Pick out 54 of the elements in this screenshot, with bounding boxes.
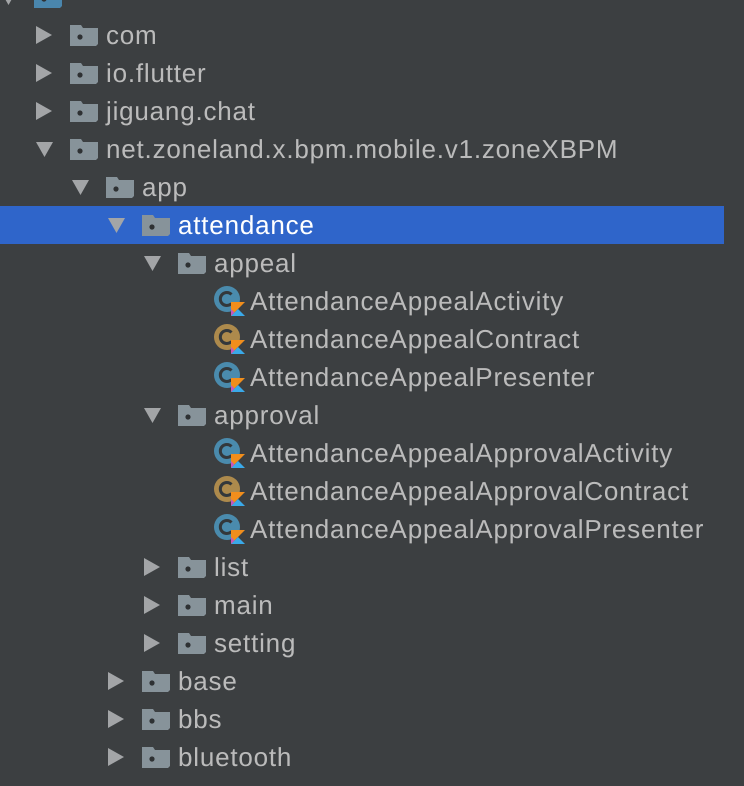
tree-item-label[interactable]: io.flutter xyxy=(106,58,206,88)
tree-item-label[interactable]: attendance xyxy=(178,210,315,240)
caret-right-icon[interactable] xyxy=(108,710,124,728)
tree-item-label[interactable]: app xyxy=(142,172,188,202)
tree-item-label[interactable]: bluetooth xyxy=(178,742,292,772)
folder-icon xyxy=(70,101,98,122)
tree-item-label[interactable]: setting xyxy=(214,628,296,658)
caret-down-icon[interactable] xyxy=(36,142,53,157)
caret-down-icon[interactable] xyxy=(72,180,89,195)
folder-icon xyxy=(106,177,134,198)
caret-right-icon[interactable] xyxy=(108,672,124,690)
folder-icon xyxy=(178,557,206,578)
tree-item-label[interactable]: jiguang.chat xyxy=(106,96,256,126)
tree-item-label[interactable]: list xyxy=(214,552,249,582)
caret-down-icon[interactable] xyxy=(144,408,161,423)
caret-right-icon[interactable] xyxy=(108,748,124,766)
kotlin-class-icon xyxy=(214,438,245,468)
caret-right-icon[interactable] xyxy=(36,64,52,82)
tree-item-label[interactable]: AttendanceAppealActivity xyxy=(250,286,564,316)
tree-item-label[interactable]: AttendanceAppealPresenter xyxy=(250,362,596,392)
folder-icon xyxy=(70,25,98,46)
folder-icon xyxy=(70,63,98,84)
folder-icon xyxy=(178,633,206,654)
tree-item-label[interactable]: appeal xyxy=(214,248,297,278)
tree-item-label[interactable]: net.zoneland.x.bpm.mobile.v1.zoneXBPM xyxy=(106,134,618,164)
folder-icon xyxy=(142,709,170,730)
folder-icon xyxy=(142,215,170,236)
folder-icon xyxy=(70,139,98,160)
kotlin-class-icon xyxy=(214,362,245,392)
caret-right-icon[interactable] xyxy=(144,634,160,652)
caret-right-icon[interactable] xyxy=(36,26,52,44)
kotlin-class-icon xyxy=(214,514,245,544)
caret-right-icon[interactable] xyxy=(144,558,160,576)
tree-item-label[interactable]: main xyxy=(214,590,274,620)
caret-right-icon[interactable] xyxy=(36,102,52,120)
kotlin-class-icon xyxy=(214,286,245,316)
tree-item-label[interactable]: AttendanceAppealContract xyxy=(250,324,580,354)
kotlin-class-icon xyxy=(214,476,245,506)
folder-icon xyxy=(142,747,170,768)
selected-tree-row[interactable]: attendance xyxy=(0,206,724,244)
tree-item-label[interactable]: AttendanceAppealApprovalContract xyxy=(250,476,689,506)
folder-icon xyxy=(178,595,206,616)
tree-item-label[interactable]: base xyxy=(178,666,238,696)
folder-icon xyxy=(142,671,170,692)
caret-down-icon[interactable] xyxy=(144,256,161,271)
tree-item-label[interactable]: bbs xyxy=(178,704,222,734)
tree-item-label[interactable]: AttendanceAppealApprovalActivity xyxy=(250,438,674,468)
kotlin-class-icon xyxy=(214,324,245,354)
tree-item-label[interactable]: approval xyxy=(214,400,320,430)
caret-right-icon[interactable] xyxy=(144,596,160,614)
folder-icon xyxy=(178,253,206,274)
tree-item-label[interactable]: com xyxy=(106,20,158,50)
folder-icon xyxy=(178,405,206,426)
tree-item-label[interactable]: AttendanceAppealApprovalPresenter xyxy=(250,514,704,544)
